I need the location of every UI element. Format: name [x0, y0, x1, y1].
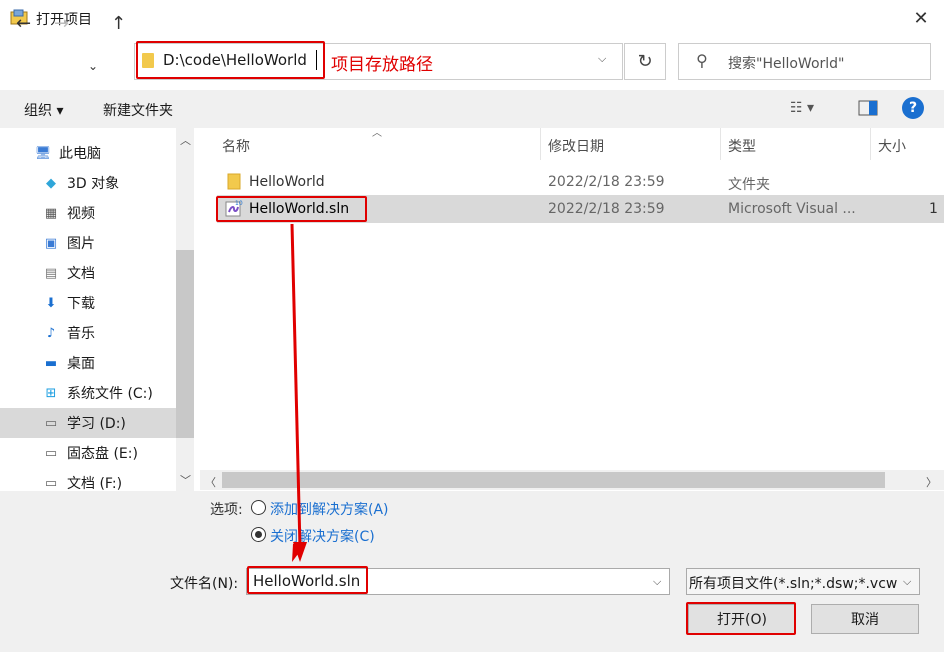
sidebar-item[interactable]: ⊞ 系统文件 (C:)	[0, 378, 176, 408]
sidebar-item-label: 下载	[67, 296, 95, 312]
file-highlight-box	[216, 196, 367, 222]
column-divider[interactable]	[540, 128, 541, 160]
file-type-value: 所有项目文件(*.sln;*.dsw;*.vcw	[689, 576, 898, 592]
column-name[interactable]: 名称	[222, 136, 250, 156]
close-icon: ✕	[913, 7, 929, 29]
sidebar-item-label: 视频	[67, 206, 95, 222]
options-label: 选项:	[210, 502, 243, 518]
horizontal-scroll-thumb[interactable]	[222, 472, 885, 488]
view-list-icon[interactable]: ☷ ▾	[790, 100, 814, 116]
drive-icon: ▭	[44, 445, 58, 461]
column-date[interactable]: 修改日期	[548, 136, 604, 156]
search-icon: ⚲	[696, 51, 708, 70]
chevron-down-icon[interactable]: ⌵	[903, 575, 911, 589]
scroll-down-icon[interactable]: ﹀	[180, 472, 191, 488]
sidebar-item-label: 学习 (D:)	[67, 416, 126, 432]
add-to-solution-label[interactable]: 添加到解决方案(A)	[270, 499, 389, 519]
address-highlight-box	[136, 41, 325, 79]
video-icon: ▦	[44, 205, 58, 221]
scroll-right-icon[interactable]: 〉	[926, 474, 937, 490]
table-row[interactable]: HelloWorld 2022/2/18 23:59 文件夹	[217, 168, 944, 196]
help-icon[interactable]: ?	[902, 97, 924, 119]
sidebar-item[interactable]: ▣ 图片	[0, 228, 176, 258]
close-button[interactable]: ✕	[908, 5, 934, 31]
document-icon: ▤	[44, 265, 58, 281]
sidebar-item[interactable]: ⬇ 下载	[0, 288, 176, 318]
sidebar-item-label: 此电脑	[59, 146, 101, 162]
sidebar-item[interactable]: ▦ 视频	[0, 198, 176, 228]
add-to-solution-radio[interactable]	[251, 500, 266, 515]
refresh-button[interactable]: ↻	[624, 43, 666, 80]
cancel-button[interactable]: 取消	[811, 604, 919, 634]
radio-selected-dot	[255, 531, 262, 538]
folder-icon	[227, 173, 241, 190]
windows-drive-icon: ⊞	[45, 385, 57, 401]
sidebar-item[interactable]: ♪ 音乐	[0, 318, 176, 348]
sidebar-item-label: 系统文件 (C:)	[67, 386, 153, 402]
up-arrow-icon[interactable]: ↑	[111, 14, 126, 34]
scroll-up-icon[interactable]: ︿	[180, 132, 191, 148]
file-type: Microsoft Visual ...	[728, 201, 856, 217]
column-divider[interactable]	[870, 128, 871, 160]
sidebar-item[interactable]: 🖥 此电脑	[0, 138, 176, 168]
search-placeholder: 搜索"HelloWorld"	[728, 56, 845, 72]
file-name: HelloWorld	[249, 174, 325, 190]
filename-label: 文件名(N):	[170, 576, 239, 592]
chevron-down-icon[interactable]: ⌵	[598, 52, 606, 66]
file-type: 文件夹	[728, 177, 770, 193]
scroll-left-icon[interactable]: 〈	[205, 474, 216, 490]
sidebar-item[interactable]: ◆ 3D 对象	[0, 168, 176, 198]
sidebar-item-label: 桌面	[67, 356, 95, 372]
column-size[interactable]: 大小	[878, 136, 906, 156]
preview-pane-icon[interactable]	[858, 100, 878, 116]
back-arrow-icon[interactable]: ←	[16, 14, 31, 34]
file-date: 2022/2/18 23:59	[548, 201, 665, 217]
chevron-down-icon[interactable]: ⌵	[653, 575, 661, 589]
path-annotation: 项目存放路径	[331, 55, 433, 75]
cube-icon: ◆	[46, 175, 56, 191]
close-solution-label[interactable]: 关闭解决方案(C)	[270, 526, 375, 546]
filename-highlight-box	[247, 566, 368, 594]
file-size: 1	[929, 201, 938, 217]
download-icon: ⬇	[45, 295, 57, 311]
desktop-icon: ▬	[44, 355, 58, 371]
sidebar-item-label: 3D 对象	[67, 176, 120, 192]
column-divider[interactable]	[720, 128, 721, 160]
sidebar-item[interactable]: ▭ 固态盘 (E:)	[0, 438, 176, 468]
music-icon: ♪	[46, 325, 56, 341]
sidebar-item-label: 文档 (F:)	[67, 476, 123, 492]
file-date: 2022/2/18 23:59	[548, 174, 665, 190]
sidebar-item-label: 文档	[67, 266, 95, 282]
sidebar-item-label: 固态盘 (E:)	[67, 446, 138, 462]
sort-up-icon: ︿	[372, 128, 382, 139]
drive-icon: ▭	[44, 415, 58, 431]
organize-button[interactable]: 组织 ▾	[24, 100, 63, 120]
recent-dropdown-icon[interactable]: ⌄	[88, 56, 98, 76]
title-bar	[0, 0, 944, 36]
new-folder-button[interactable]: 新建文件夹	[103, 100, 173, 120]
drive-icon: ▭	[44, 475, 58, 491]
sidebar-item-label: 图片	[67, 236, 95, 252]
picture-icon: ▣	[44, 235, 58, 251]
column-type[interactable]: 类型	[728, 136, 756, 156]
open-highlight-box	[686, 602, 796, 635]
sidebar-item-label: 音乐	[67, 326, 95, 342]
computer-icon: 🖥	[34, 145, 52, 161]
cancel-button-label: 取消	[851, 612, 879, 628]
sidebar-item[interactable]: ▤ 文档	[0, 258, 176, 288]
refresh-icon: ↻	[637, 51, 653, 72]
sidebar-item[interactable]: ▭ 学习 (D:)	[0, 408, 176, 438]
sidebar-scroll-thumb[interactable]	[176, 250, 194, 438]
forward-arrow-icon[interactable]: →	[54, 14, 69, 34]
sidebar-item[interactable]: ▬ 桌面	[0, 348, 176, 378]
